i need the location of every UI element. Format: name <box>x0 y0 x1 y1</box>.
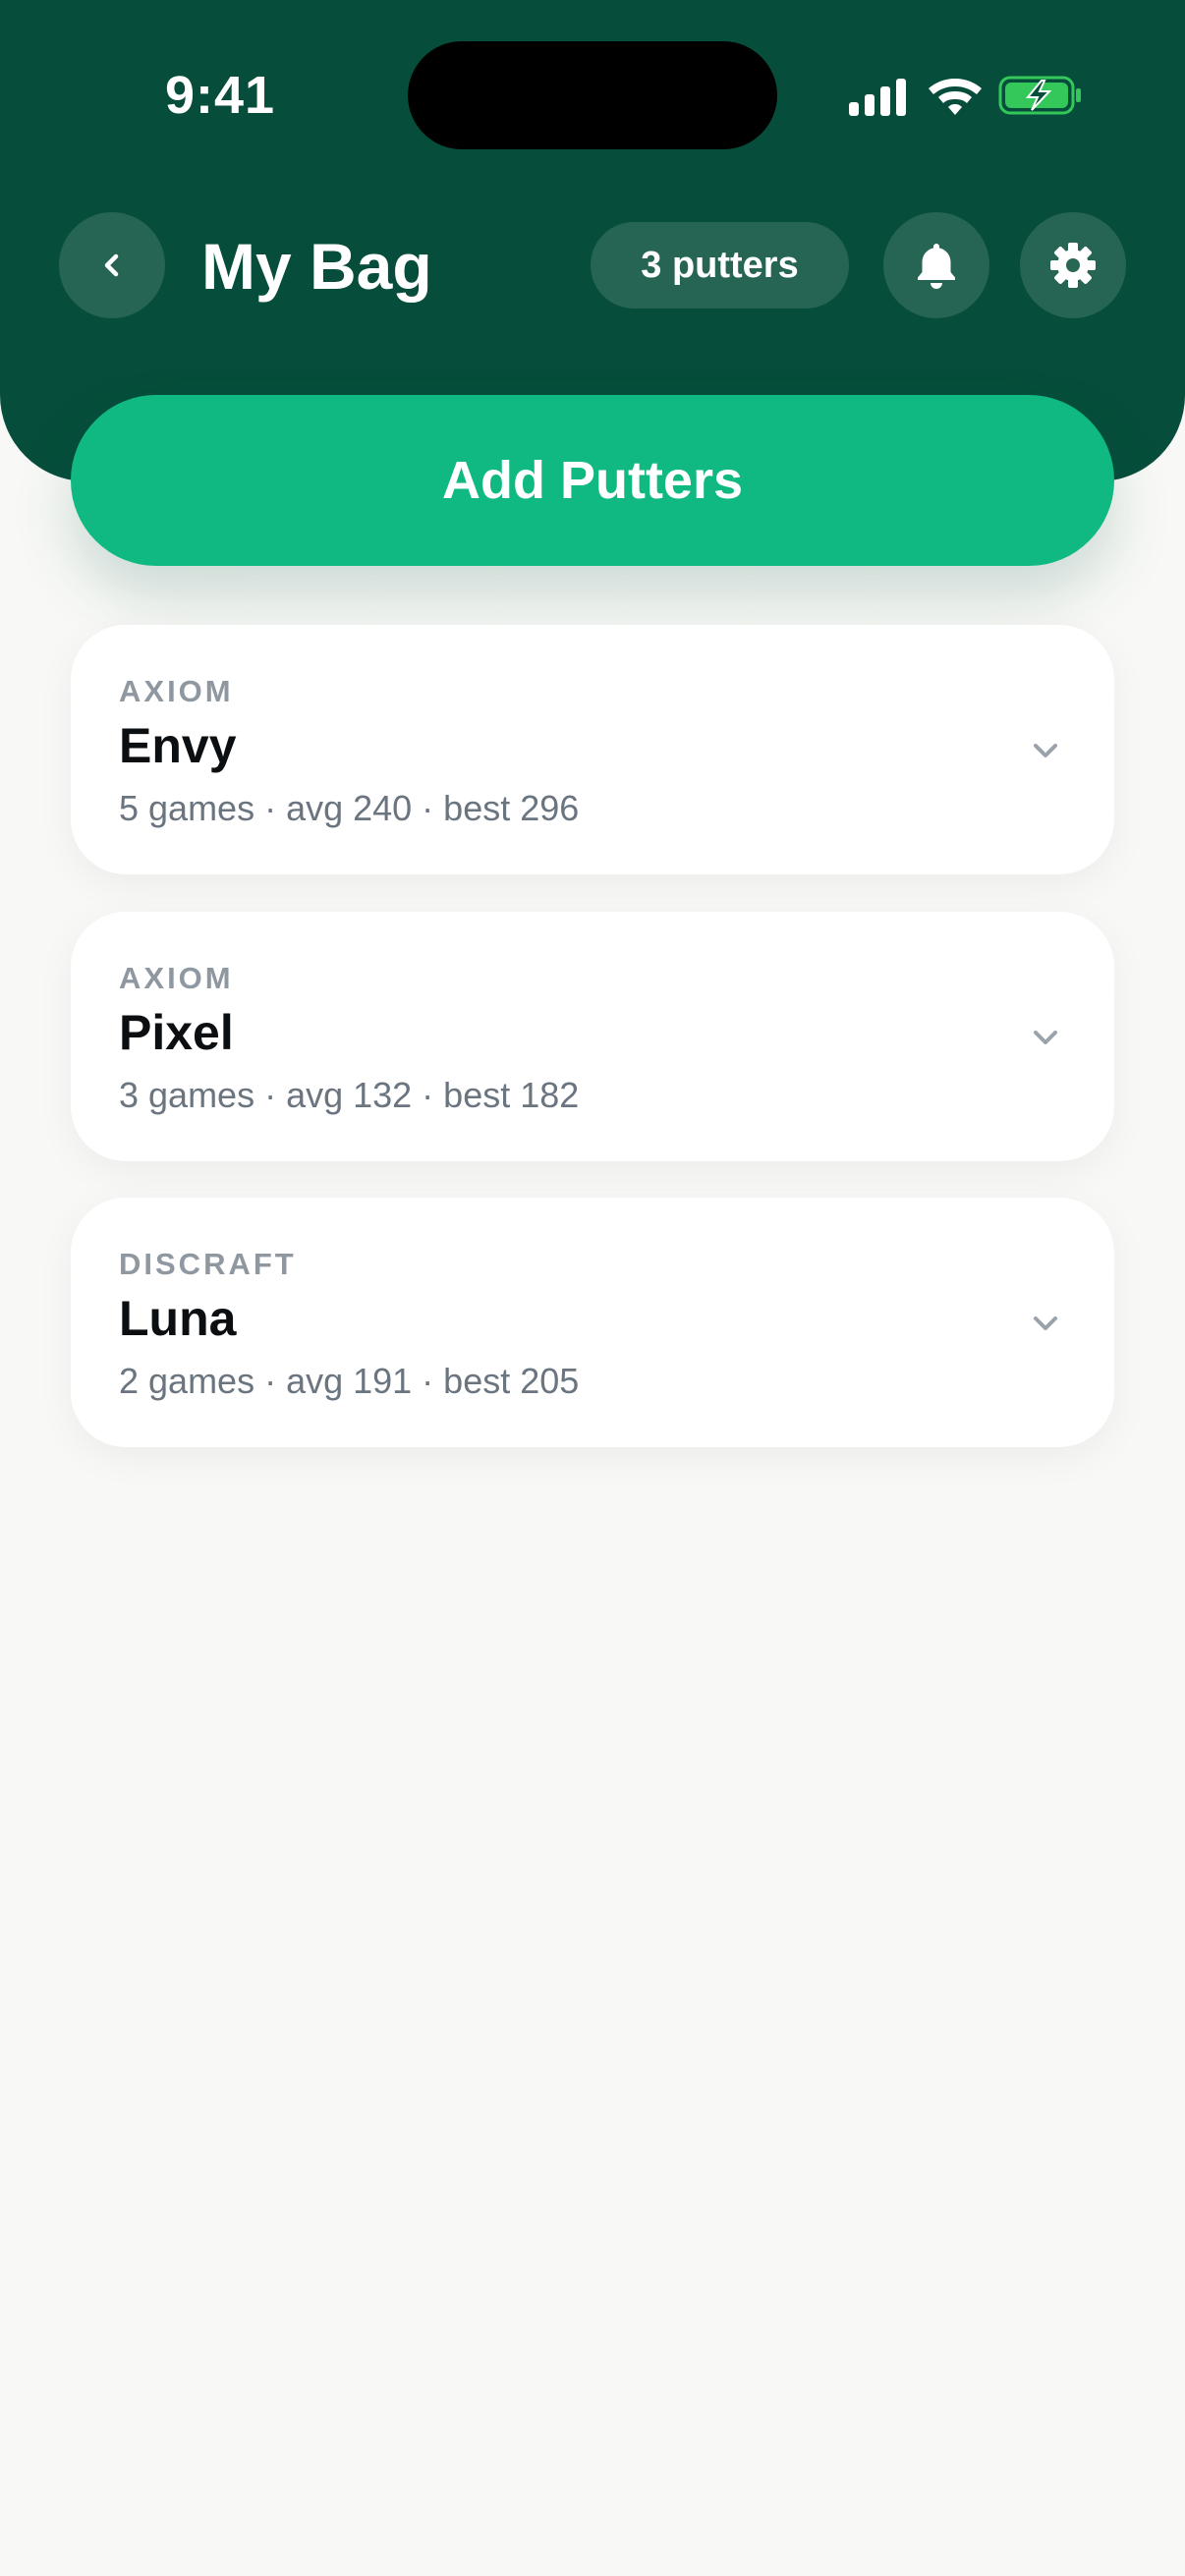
dynamic-island <box>408 41 777 149</box>
battery-charging-icon <box>998 76 1081 115</box>
putter-count-badge: 3 putters <box>591 222 849 308</box>
putter-brand: AXIOM <box>119 674 234 708</box>
settings-button[interactable] <box>1020 212 1126 318</box>
status-bar: 9:41 <box>0 0 1185 187</box>
putter-card[interactable]: AXIOM Envy 5 games · avg 240 · best 296 <box>71 625 1114 874</box>
bell-icon <box>918 244 955 289</box>
putter-card[interactable]: DISCRAFT Luna 2 games · avg 191 · best 2… <box>71 1198 1114 1447</box>
add-putters-button[interactable]: Add Putters <box>71 395 1114 566</box>
putter-brand: AXIOM <box>119 961 234 995</box>
back-button[interactable] <box>59 212 165 318</box>
putter-stats: 3 games · avg 132 · best 182 <box>119 1075 580 1115</box>
chevron-left-icon <box>104 253 119 277</box>
page-title: My Bag <box>201 230 432 303</box>
putter-name: Pixel <box>119 1005 234 1060</box>
chevron-down-icon[interactable] <box>1026 731 1065 770</box>
chevron-down-icon[interactable] <box>1026 1304 1065 1343</box>
putter-stats: 5 games · avg 240 · best 296 <box>119 788 580 828</box>
chevron-down-icon[interactable] <box>1026 1018 1065 1057</box>
putter-name: Envy <box>119 718 237 773</box>
putter-name: Luna <box>119 1291 237 1346</box>
gear-icon <box>1050 243 1096 288</box>
putter-card[interactable]: AXIOM Pixel 3 games · avg 132 · best 182 <box>71 912 1114 1161</box>
status-time: 9:41 <box>165 66 276 125</box>
putter-stats: 2 games · avg 191 · best 205 <box>119 1361 580 1401</box>
cellular-signal-icon <box>849 79 906 116</box>
wifi-icon <box>929 79 982 115</box>
notifications-button[interactable] <box>883 212 989 318</box>
putter-brand: DISCRAFT <box>119 1247 297 1281</box>
